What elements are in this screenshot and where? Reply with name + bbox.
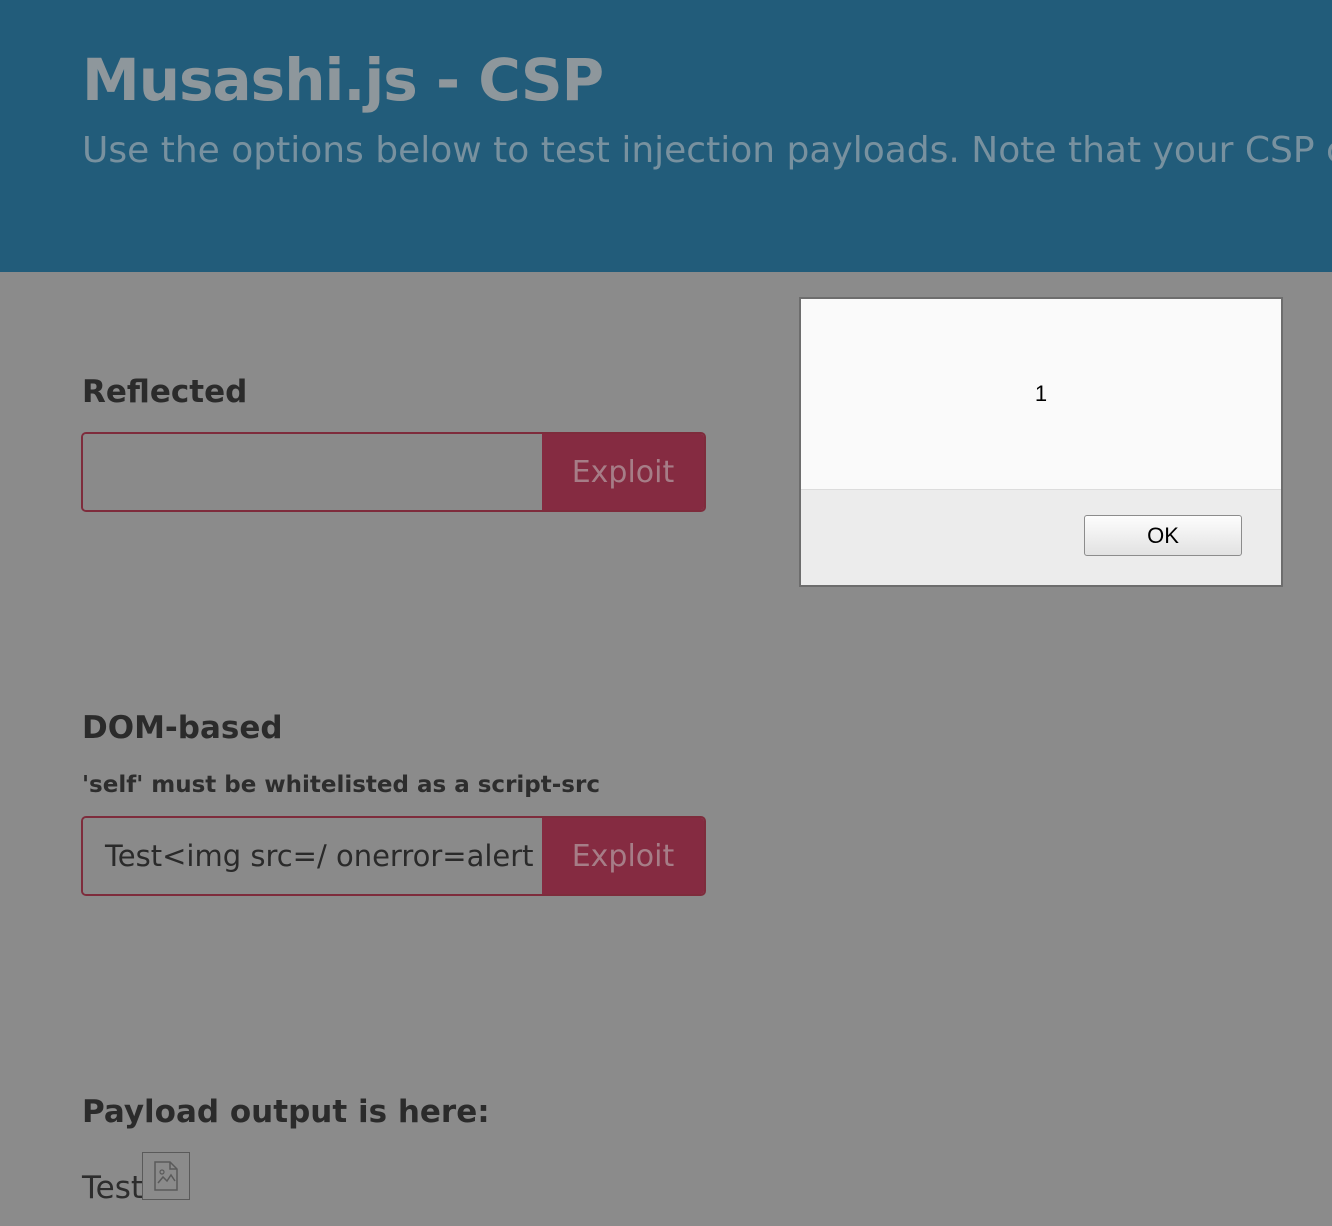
output-heading: Payload output is here: xyxy=(82,1094,490,1130)
dom-based-heading: DOM-based xyxy=(82,710,283,746)
alert-footer: OK xyxy=(801,489,1281,585)
ok-button[interactable]: OK xyxy=(1084,515,1242,556)
page-header: Musashi.js - CSP Use the options below t… xyxy=(0,0,1332,272)
reflected-exploit-button[interactable]: Exploit xyxy=(542,434,704,510)
alert-dialog: 1 OK xyxy=(799,297,1283,587)
alert-message: 1 xyxy=(1034,381,1048,406)
payload-output-text: Test xyxy=(82,1170,144,1206)
broken-image-glyph xyxy=(154,1161,178,1191)
reflected-input[interactable] xyxy=(83,434,542,510)
dom-based-input[interactable]: Test<img src=/ onerror=alert xyxy=(83,818,542,894)
broken-image-icon xyxy=(142,1152,190,1200)
page-title: Musashi.js - CSP xyxy=(82,46,604,114)
dom-based-exploit-button[interactable]: Exploit xyxy=(542,818,704,894)
dom-based-input-group: Test<img src=/ onerror=alert Exploit xyxy=(81,816,706,896)
dom-based-note: 'self' must be whitelisted as a script-s… xyxy=(82,772,600,798)
reflected-input-group: Exploit xyxy=(81,432,706,512)
page-subtitle: Use the options below to test injection … xyxy=(82,130,1332,171)
reflected-heading: Reflected xyxy=(82,374,248,410)
